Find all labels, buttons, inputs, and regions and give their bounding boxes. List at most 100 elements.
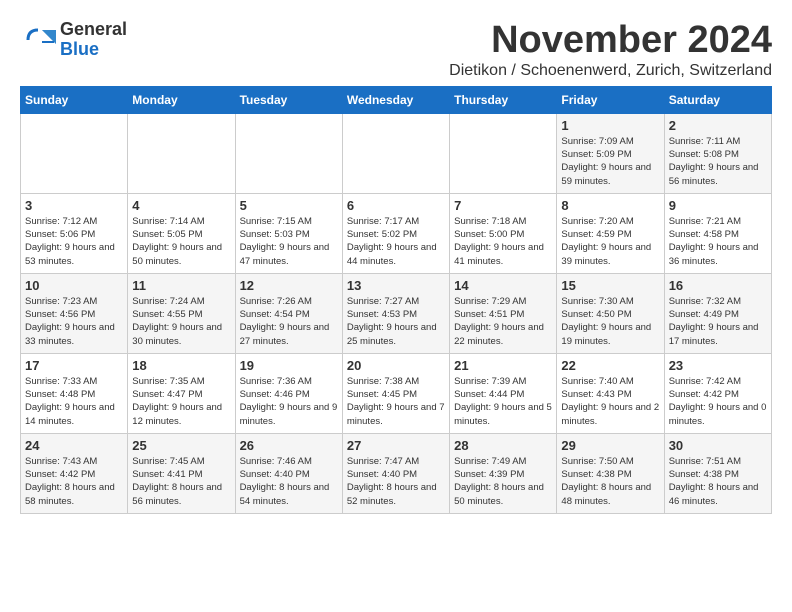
- calendar-cell: [128, 113, 235, 193]
- day-info: Sunrise: 7:39 AM Sunset: 4:44 PM Dayligh…: [454, 375, 552, 428]
- day-number: 18: [132, 358, 230, 373]
- day-number: 1: [561, 118, 659, 133]
- header-thursday: Thursday: [450, 86, 557, 113]
- day-number: 5: [240, 198, 338, 213]
- day-info: Sunrise: 7:09 AM Sunset: 5:09 PM Dayligh…: [561, 135, 659, 188]
- day-info: Sunrise: 7:49 AM Sunset: 4:39 PM Dayligh…: [454, 455, 552, 508]
- calendar-cell: [450, 113, 557, 193]
- day-number: 21: [454, 358, 552, 373]
- day-number: 11: [132, 278, 230, 293]
- day-info: Sunrise: 7:27 AM Sunset: 4:53 PM Dayligh…: [347, 295, 445, 348]
- calendar-cell: 10 Sunrise: 7:23 AM Sunset: 4:56 PM Dayli…: [21, 273, 128, 353]
- calendar-cell: 30 Sunrise: 7:51 AM Sunset: 4:38 PM Dayli…: [664, 433, 771, 513]
- calendar-body: 1 Sunrise: 7:09 AM Sunset: 5:09 PM Daylig…: [21, 113, 772, 513]
- day-number: 27: [347, 438, 445, 453]
- day-info: Sunrise: 7:51 AM Sunset: 4:38 PM Dayligh…: [669, 455, 767, 508]
- header-saturday: Saturday: [664, 86, 771, 113]
- day-info: Sunrise: 7:33 AM Sunset: 4:48 PM Dayligh…: [25, 375, 123, 428]
- day-number: 23: [669, 358, 767, 373]
- week-row-4: 17 Sunrise: 7:33 AM Sunset: 4:48 PM Dayli…: [21, 353, 772, 433]
- day-number: 3: [25, 198, 123, 213]
- day-info: Sunrise: 7:38 AM Sunset: 4:45 PM Dayligh…: [347, 375, 445, 428]
- day-number: 10: [25, 278, 123, 293]
- day-number: 2: [669, 118, 767, 133]
- header-tuesday: Tuesday: [235, 86, 342, 113]
- calendar-cell: 21 Sunrise: 7:39 AM Sunset: 4:44 PM Dayli…: [450, 353, 557, 433]
- day-info: Sunrise: 7:30 AM Sunset: 4:50 PM Dayligh…: [561, 295, 659, 348]
- calendar-cell: 19Sunrise: 7:36 AM Sunset: 4:46 PM Dayli…: [235, 353, 342, 433]
- day-number: 9: [669, 198, 767, 213]
- week-row-5: 24 Sunrise: 7:43 AM Sunset: 4:42 PM Dayli…: [21, 433, 772, 513]
- day-info: Sunrise: 7:17 AM Sunset: 5:02 PM Dayligh…: [347, 215, 445, 268]
- day-number: 26: [240, 438, 338, 453]
- calendar-cell: 14 Sunrise: 7:29 AM Sunset: 4:51 PM Dayli…: [450, 273, 557, 353]
- day-info: Sunrise: 7:23 AM Sunset: 4:56 PM Dayligh…: [25, 295, 123, 348]
- day-info: Sunrise: 7:20 AM Sunset: 4:59 PM Dayligh…: [561, 215, 659, 268]
- day-number: 25: [132, 438, 230, 453]
- day-number: 15: [561, 278, 659, 293]
- day-info: Sunrise: 7:36 AM Sunset: 4:46 PM Dayligh…: [240, 375, 338, 428]
- day-number: 7: [454, 198, 552, 213]
- day-info: Sunrise: 7:29 AM Sunset: 4:51 PM Dayligh…: [454, 295, 552, 348]
- day-info: Sunrise: 7:14 AM Sunset: 5:05 PM Dayligh…: [132, 215, 230, 268]
- page-header: General Blue November 2024 Dietikon / Sc…: [20, 20, 772, 80]
- calendar-cell: 15 Sunrise: 7:30 AM Sunset: 4:50 PM Dayli…: [557, 273, 664, 353]
- location-title: Dietikon / Schoenenwerd, Zurich, Switzer…: [449, 62, 772, 80]
- day-number: 16: [669, 278, 767, 293]
- calendar-cell: 5Sunrise: 7:15 AM Sunset: 5:03 PM Daylig…: [235, 193, 342, 273]
- calendar-cell: 28 Sunrise: 7:49 AM Sunset: 4:39 PM Dayli…: [450, 433, 557, 513]
- day-info: Sunrise: 7:21 AM Sunset: 4:58 PM Dayligh…: [669, 215, 767, 268]
- calendar-cell: 12 Sunrise: 7:26 AM Sunset: 4:54 PM Dayli…: [235, 273, 342, 353]
- logo-text: General Blue: [60, 20, 127, 60]
- header-monday: Monday: [128, 86, 235, 113]
- day-info: Sunrise: 7:40 AM Sunset: 4:43 PM Dayligh…: [561, 375, 659, 428]
- month-title: November 2024: [449, 20, 772, 62]
- day-info: Sunrise: 7:24 AM Sunset: 4:55 PM Dayligh…: [132, 295, 230, 348]
- calendar-cell: 13 Sunrise: 7:27 AM Sunset: 4:53 PM Dayli…: [342, 273, 449, 353]
- logo-blue: Blue: [60, 40, 127, 60]
- calendar-cell: 7 Sunrise: 7:18 AM Sunset: 5:00 PM Daylig…: [450, 193, 557, 273]
- calendar-cell: 9 Sunrise: 7:21 AM Sunset: 4:58 PM Daylig…: [664, 193, 771, 273]
- day-number: 14: [454, 278, 552, 293]
- calendar-cell: 29Sunrise: 7:50 AM Sunset: 4:38 PM Dayli…: [557, 433, 664, 513]
- calendar-cell: 8 Sunrise: 7:20 AM Sunset: 4:59 PM Daylig…: [557, 193, 664, 273]
- day-number: 28: [454, 438, 552, 453]
- calendar-cell: 27 Sunrise: 7:47 AM Sunset: 4:40 PM Dayli…: [342, 433, 449, 513]
- calendar-cell: [342, 113, 449, 193]
- calendar-cell: 17 Sunrise: 7:33 AM Sunset: 4:48 PM Dayli…: [21, 353, 128, 433]
- header-sunday: Sunday: [21, 86, 128, 113]
- calendar-header-row: SundayMondayTuesdayWednesdayThursdayFrid…: [21, 86, 772, 113]
- header-friday: Friday: [557, 86, 664, 113]
- day-info: Sunrise: 7:43 AM Sunset: 4:42 PM Dayligh…: [25, 455, 123, 508]
- day-info: Sunrise: 7:32 AM Sunset: 4:49 PM Dayligh…: [669, 295, 767, 348]
- day-info: Sunrise: 7:47 AM Sunset: 4:40 PM Dayligh…: [347, 455, 445, 508]
- day-info: Sunrise: 7:18 AM Sunset: 5:00 PM Dayligh…: [454, 215, 552, 268]
- day-info: Sunrise: 7:11 AM Sunset: 5:08 PM Dayligh…: [669, 135, 767, 188]
- calendar-cell: [235, 113, 342, 193]
- header-wednesday: Wednesday: [342, 86, 449, 113]
- day-number: 24: [25, 438, 123, 453]
- logo: General Blue: [20, 20, 127, 60]
- calendar-cell: 6Sunrise: 7:17 AM Sunset: 5:02 PM Daylig…: [342, 193, 449, 273]
- day-number: 17: [25, 358, 123, 373]
- day-number: 22: [561, 358, 659, 373]
- day-info: Sunrise: 7:12 AM Sunset: 5:06 PM Dayligh…: [25, 215, 123, 268]
- calendar-table: SundayMondayTuesdayWednesdayThursdayFrid…: [20, 86, 772, 514]
- logo-general: General: [60, 20, 127, 40]
- calendar-cell: 16 Sunrise: 7:32 AM Sunset: 4:49 PM Dayli…: [664, 273, 771, 353]
- calendar-cell: 25 Sunrise: 7:45 AM Sunset: 4:41 PM Dayli…: [128, 433, 235, 513]
- week-row-2: 3 Sunrise: 7:12 AM Sunset: 5:06 PM Daylig…: [21, 193, 772, 273]
- day-number: 30: [669, 438, 767, 453]
- week-row-1: 1 Sunrise: 7:09 AM Sunset: 5:09 PM Daylig…: [21, 113, 772, 193]
- day-info: Sunrise: 7:42 AM Sunset: 4:42 PM Dayligh…: [669, 375, 767, 428]
- day-info: Sunrise: 7:26 AM Sunset: 4:54 PM Dayligh…: [240, 295, 338, 348]
- day-number: 12: [240, 278, 338, 293]
- calendar-cell: [21, 113, 128, 193]
- title-area: November 2024 Dietikon / Schoenenwerd, Z…: [449, 20, 772, 80]
- day-info: Sunrise: 7:45 AM Sunset: 4:41 PM Dayligh…: [132, 455, 230, 508]
- day-info: Sunrise: 7:50 AM Sunset: 4:38 PM Dayligh…: [561, 455, 659, 508]
- calendar-cell: 2 Sunrise: 7:11 AM Sunset: 5:08 PM Daylig…: [664, 113, 771, 193]
- day-number: 13: [347, 278, 445, 293]
- day-number: 8: [561, 198, 659, 213]
- calendar-cell: 23 Sunrise: 7:42 AM Sunset: 4:42 PM Dayli…: [664, 353, 771, 433]
